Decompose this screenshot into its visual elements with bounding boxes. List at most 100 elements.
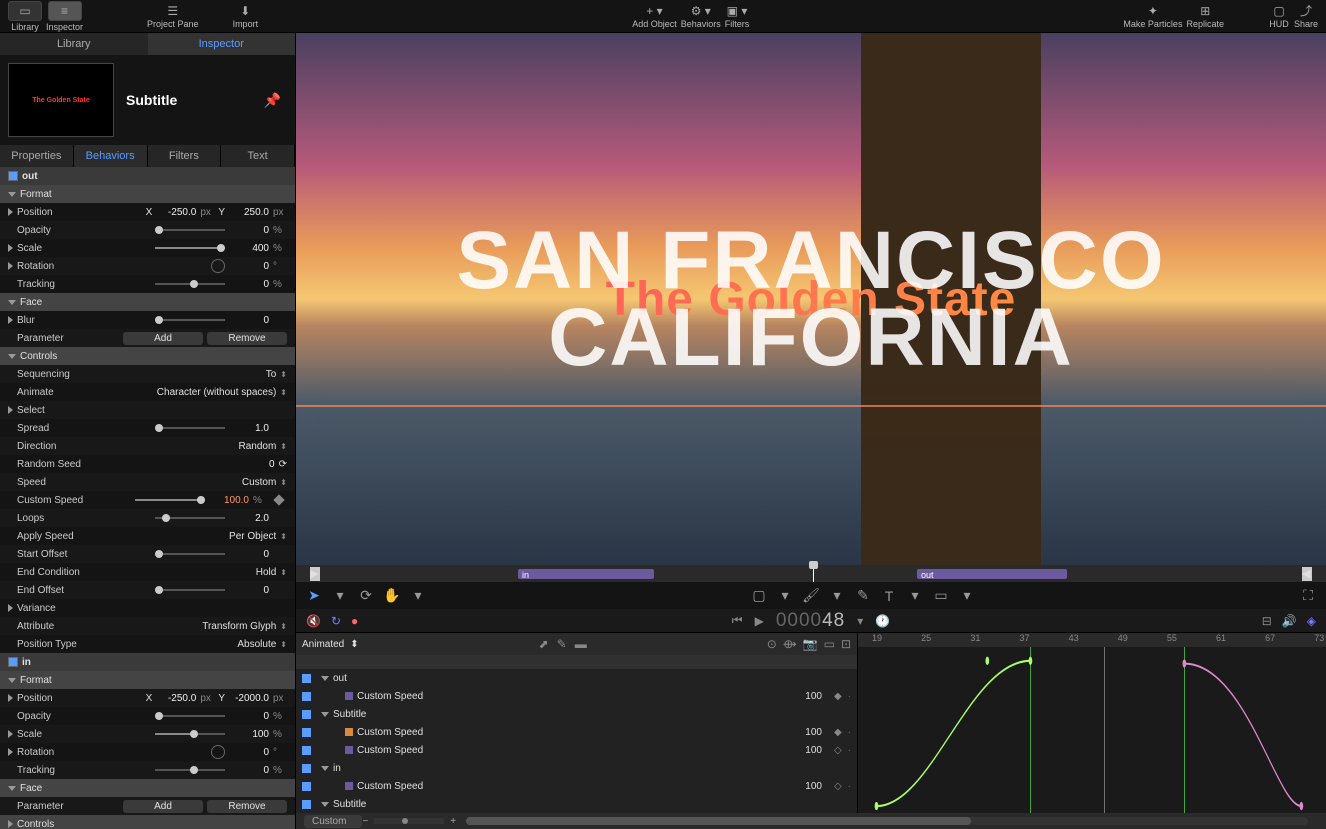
variance-row[interactable]: Variance — [0, 599, 295, 617]
keyframe-editor-icon[interactable]: ◈ — [1307, 614, 1316, 628]
share-icon[interactable]: ⤴ — [1295, 4, 1317, 18]
behavior-in-header[interactable]: in — [0, 653, 295, 671]
in-bar[interactable]: in — [518, 569, 654, 579]
scale-slider[interactable] — [155, 242, 225, 254]
filters-tab[interactable]: Filters — [148, 145, 222, 167]
track-param[interactable]: Custom Speed100◆ · — [296, 687, 857, 705]
parameter-list[interactable]: out Format PositionX-250.0pxY250.0px Opa… — [0, 167, 295, 829]
record-icon[interactable]: ● — [351, 614, 358, 628]
hand-tool-icon[interactable]: ✋ — [382, 586, 402, 606]
keyframe-diamond-icon[interactable]: ◇ — [834, 781, 842, 792]
keyframe-icon[interactable] — [273, 494, 284, 505]
add-popup[interactable]: Add — [123, 332, 203, 345]
fullscreen-icon[interactable]: ⛶ — [1298, 586, 1318, 606]
clock-icon[interactable]: 🕐 — [875, 614, 890, 628]
controls-section[interactable]: Controls — [0, 347, 295, 365]
import-icon[interactable]: ⬇ — [234, 4, 256, 18]
remove-popup[interactable]: Remove — [207, 800, 287, 813]
select-row[interactable]: Select — [0, 401, 295, 419]
paint-tool-icon[interactable]: 🖌 — [801, 586, 821, 606]
text-tab[interactable]: Text — [221, 145, 295, 167]
timecode-display[interactable]: 000000004848 — [776, 610, 845, 632]
format-section[interactable]: Format — [0, 185, 295, 203]
track-group[interactable]: out — [296, 669, 857, 687]
horizontal-scrollbar[interactable] — [466, 817, 1308, 825]
behavior-out-header[interactable]: out — [0, 167, 295, 185]
camera-icon[interactable]: 📷 — [803, 637, 818, 651]
canvas-viewer[interactable]: SAN FRANCISCO The Golden State CALIFORNI… — [296, 33, 1326, 565]
timecode-dropdown-icon[interactable]: ▾ — [857, 614, 863, 628]
keyframe-diamond-icon[interactable]: ◆ — [834, 691, 842, 702]
shape-tool-icon[interactable]: ▢ — [749, 586, 769, 606]
track-group[interactable]: in — [296, 759, 857, 777]
format-section-in[interactable]: Format — [0, 671, 295, 689]
library-button[interactable]: ▭ — [8, 1, 42, 21]
track-param[interactable]: Custom Speed100◇ · — [296, 741, 857, 759]
checkbox-icon[interactable] — [302, 782, 311, 791]
replicate-icon[interactable]: ⊞ — [1194, 4, 1216, 18]
track-value[interactable]: 100 — [805, 691, 822, 702]
timeline-icon[interactable]: ⊟ — [1262, 614, 1272, 628]
track-value[interactable]: 100 — [805, 781, 822, 792]
behaviors-icon[interactable]: ⚙ ▾ — [690, 4, 712, 18]
mute-icon[interactable]: 🔇 — [306, 614, 321, 628]
pen-icon[interactable]: ✎ — [557, 637, 567, 651]
inspector-tab[interactable]: Inspector — [148, 33, 296, 55]
zoom-in-icon[interactable]: + — [450, 816, 456, 827]
regenerate-icon[interactable]: ⟳ — [279, 459, 287, 470]
face-section-in[interactable]: Face — [0, 779, 295, 797]
box-icon[interactable]: ▬ — [575, 637, 587, 651]
pen-tool-icon[interactable]: ✎ — [853, 586, 873, 606]
keyframe-curve-area[interactable]: 19253137434955616773 — [858, 633, 1326, 813]
checkbox-icon[interactable] — [302, 692, 311, 701]
in-point-icon[interactable]: ▶ — [310, 567, 320, 581]
snap-icon[interactable]: ⊙ — [767, 637, 777, 651]
text-tool-icon[interactable]: T — [879, 586, 899, 606]
inspector-button[interactable]: ≡ — [48, 1, 82, 21]
remove-popup[interactable]: Remove — [207, 332, 287, 345]
playhead[interactable] — [813, 565, 814, 582]
arrow-icon[interactable]: ⬈ — [539, 637, 549, 651]
keyframe-ruler[interactable]: 19253137434955616773 — [858, 633, 1326, 647]
controls-section-in[interactable]: Controls — [0, 815, 295, 829]
zoom-out-icon[interactable]: − — [362, 816, 368, 827]
project-pane-icon[interactable]: ☰ — [162, 4, 184, 18]
pin-icon[interactable]: 📌 — [264, 92, 281, 109]
goto-start-icon[interactable]: ⏮ — [732, 613, 743, 628]
keyframe-diamond-icon[interactable]: ◇ — [834, 745, 842, 756]
library-tab[interactable]: Library — [0, 33, 148, 55]
hud-icon[interactable]: ▢ — [1268, 4, 1290, 18]
track-value[interactable]: 100 — [805, 745, 822, 756]
loop-icon[interactable]: ↻ — [331, 614, 341, 628]
track-param[interactable]: Custom Speed100◇ · — [296, 777, 857, 795]
track-param[interactable]: Custom Speed100◆ · — [296, 723, 857, 741]
track-group[interactable]: Subtitle — [296, 795, 857, 813]
filters-icon[interactable]: ▣ ▾ — [726, 4, 748, 18]
animated-popup[interactable]: Animated — [302, 639, 344, 650]
out-bar[interactable]: out — [917, 569, 1067, 579]
out-point-icon[interactable]: ◀ — [1302, 567, 1312, 581]
add-object-icon[interactable]: + ▾ — [643, 4, 665, 18]
behaviors-tab[interactable]: Behaviors — [74, 145, 148, 167]
keyframe-diamond-icon[interactable]: ◆ — [834, 727, 842, 738]
add-popup[interactable]: Add — [123, 800, 203, 813]
checkbox-icon[interactable] — [302, 746, 311, 755]
make-particles-icon[interactable]: ✦ — [1142, 4, 1164, 18]
opacity-slider[interactable] — [155, 224, 225, 236]
mini-timeline[interactable]: ▶ in out ◀ — [296, 565, 1326, 582]
snapshot-icon[interactable]: ⟴ — [783, 637, 797, 651]
clear-icon[interactable]: ⊡ — [841, 637, 851, 651]
blur-slider[interactable] — [155, 314, 225, 326]
checkbox-icon[interactable] — [8, 171, 18, 181]
transform-tool-icon[interactable]: ⟳ — [356, 586, 376, 606]
checkbox-icon[interactable] — [8, 657, 18, 667]
tracking-slider[interactable] — [155, 278, 225, 290]
checkbox-icon[interactable] — [302, 674, 311, 683]
arrow-tool-icon[interactable]: ➤ — [304, 586, 324, 606]
mask-tool-icon[interactable]: ▭ — [931, 586, 951, 606]
audio-icon[interactable]: 🔊 — [1282, 614, 1297, 628]
face-section[interactable]: Face — [0, 293, 295, 311]
checkbox-icon[interactable] — [302, 764, 311, 773]
checkbox-icon[interactable] — [302, 800, 311, 809]
checkbox-icon[interactable] — [302, 728, 311, 737]
